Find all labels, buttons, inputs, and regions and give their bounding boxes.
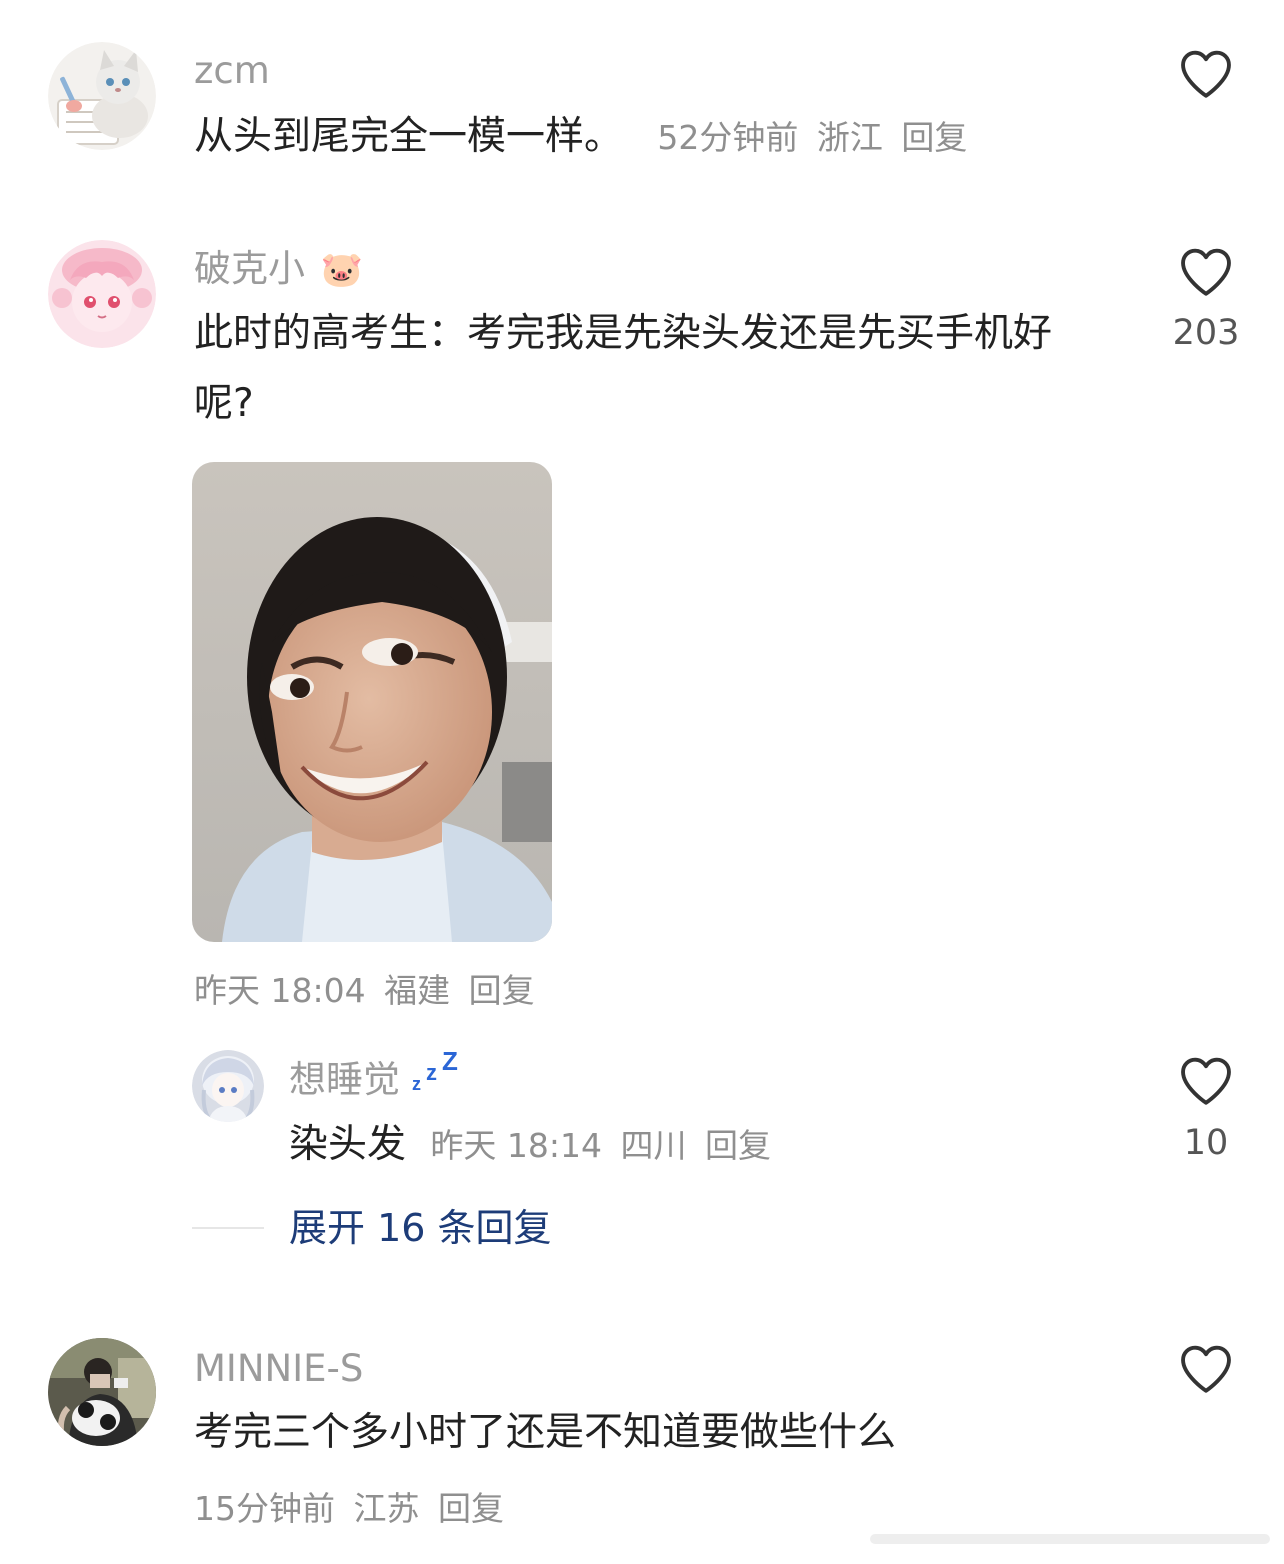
- reply-link[interactable]: 回复: [469, 971, 535, 1010]
- avatar-xiangshuijiao[interactable]: [192, 1050, 264, 1122]
- reply-meta: 昨天 18:14 四川 回复: [430, 1126, 771, 1165]
- comment-location: 浙江: [816, 118, 883, 157]
- comment-text: 考完三个多小时了还是不知道要做些什么: [194, 1410, 897, 1455]
- reply-text: 染头发: [289, 1122, 407, 1167]
- photo-avatar-icon: [48, 1338, 156, 1446]
- svg-text:z: z: [412, 1074, 421, 1092]
- avatar-minnie-s[interactable]: [48, 1338, 156, 1446]
- like-button[interactable]: [1177, 1052, 1235, 1110]
- comment-meta: 52分钟前 浙江 回复: [657, 118, 967, 157]
- comment-text: 从头到尾完全一模一样。: [194, 114, 624, 159]
- comment-time: 52分钟前: [657, 118, 799, 157]
- watermark-mark: [870, 1526, 1270, 1552]
- reply-time: 昨天 18:14: [430, 1126, 603, 1165]
- like-button[interactable]: [1177, 243, 1235, 301]
- reply-location: 四川: [620, 1126, 687, 1165]
- comment-meta: 昨天 18:04 福建 回复: [194, 964, 535, 1012]
- comment-text-row: 从头到尾完全一模一样。 52分钟前 浙江 回复: [194, 117, 967, 156]
- comment-time: 15分钟前: [194, 1489, 335, 1528]
- like-button[interactable]: [1177, 1340, 1235, 1398]
- pig-emoji-icon: 🐷: [320, 250, 364, 290]
- reply-username: 想睡觉: [289, 1058, 400, 1101]
- comment-location: 福建: [384, 971, 451, 1010]
- svg-text:z: z: [426, 1060, 437, 1085]
- svg-text:Z: Z: [442, 1052, 458, 1076]
- anime-girl-avatar-icon: [48, 240, 156, 348]
- like-count: 10: [1183, 1123, 1229, 1163]
- reply-link[interactable]: 回复: [705, 1126, 771, 1165]
- comment-username[interactable]: zcm: [194, 52, 270, 89]
- comment-meta: 15分钟前 江苏 回复: [194, 1482, 504, 1530]
- like-button[interactable]: [1177, 45, 1235, 103]
- comment-username: 破克小: [194, 247, 305, 290]
- avatar-pokexiao[interactable]: [48, 240, 156, 348]
- heart-icon: [1181, 248, 1231, 296]
- expand-replies-button[interactable]: 展开 16 条回复: [289, 1209, 552, 1247]
- heart-icon: [1181, 50, 1231, 98]
- reply-link[interactable]: 回复: [438, 1489, 504, 1528]
- expand-divider: [192, 1227, 264, 1229]
- zzz-emoji-icon: z z Z: [412, 1052, 466, 1098]
- anime-avatar-icon: [192, 1050, 264, 1122]
- nurse-meme-photo: [192, 462, 552, 942]
- heart-icon: [1181, 1057, 1231, 1105]
- reply-username-row[interactable]: 想睡觉 z z Z: [289, 1052, 466, 1101]
- comment-username[interactable]: MINNIE-S: [194, 1350, 363, 1387]
- cat-avatar-icon: [48, 42, 156, 150]
- comment-location: 江苏: [353, 1489, 420, 1528]
- comment-text-line2: 呢?: [194, 381, 254, 426]
- comment-time: 昨天 18:04: [194, 971, 366, 1010]
- reply-text-row: 染头发 昨天 18:14 四川 回复: [289, 1125, 771, 1164]
- like-count: 203: [1172, 313, 1240, 353]
- heart-icon: [1181, 1345, 1231, 1393]
- comment-username-row[interactable]: 破克小 🐷: [194, 250, 363, 287]
- comment-image[interactable]: [192, 462, 552, 942]
- comment-text-line1: 此时的高考生：考完我是先染头发还是先买手机好: [194, 311, 1053, 356]
- reply-link[interactable]: 回复: [901, 118, 967, 157]
- avatar-zcm[interactable]: [48, 42, 156, 150]
